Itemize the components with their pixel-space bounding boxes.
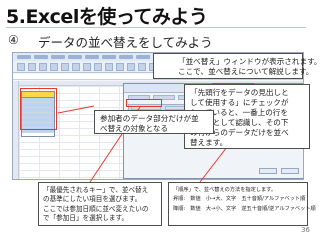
callout-text-line: 「順序」で、並べ替えの方法を指定します。 xyxy=(173,187,277,193)
callout-text-line: 替えます。 xyxy=(190,138,228,147)
callout-text-line: 参加者のデータ部分だけが並 xyxy=(100,114,199,123)
callout-text-line: ここで、並べ替えについて解説します。 xyxy=(178,67,314,76)
callout-dialog-shown: 「並べ替え」ウィンドウが表示されます。 ここで、並べ替えについて解説します。 xyxy=(153,53,320,79)
data-range-highlight xyxy=(20,88,57,130)
callout-order: 「順序」で、並べ替えの方法を指定します。 昇順: 数値 小→大、文字 五十音順/… xyxy=(168,182,316,226)
title-divider xyxy=(6,27,306,28)
callout-text-line: ここでは参加日順に並べ変えたいの xyxy=(43,204,149,213)
callout-text-line: 昇順: 数値 小→大、文字 五十音順/アルファベット順 xyxy=(173,196,306,203)
dialog-buttons xyxy=(259,168,299,174)
callout-text-line: 「並べ替え」ウィンドウが表示されます。 xyxy=(178,57,320,66)
cancel-button[interactable] xyxy=(281,168,299,174)
sort-key-highlight xyxy=(126,99,162,107)
callout-text-line: 「最優先されるキー」で、並べ替え xyxy=(43,186,149,194)
callout-text-line: の基準にしたい項目を選びます。 xyxy=(43,195,142,204)
callout-text-line: 降順: 数値 大→小、文字 逆五十音順/逆アルファベット順 xyxy=(173,205,316,212)
slide-subtitle: データの並べ替えをしてみよう xyxy=(38,35,213,50)
callout-data-range: 参加者のデータ部分だけが並 べ替えの対象となる xyxy=(94,110,214,134)
page-number: 36 xyxy=(301,226,310,234)
callout-text-line: 「先頭行をデータの見出しと xyxy=(190,88,289,97)
callout-text-line: べ替えの対象となる xyxy=(100,124,169,133)
ok-button[interactable] xyxy=(259,168,277,174)
step-number: ④ xyxy=(8,33,19,47)
callout-sort-key: 「最優先されるキー」で、並べ替え の基準にしたい項目を選びます。 ここでは参加日… xyxy=(38,182,162,226)
callout-text-line: で「参加日」を選択します。 xyxy=(43,214,129,223)
callout-text-line: して使用する」にチェックが xyxy=(190,98,289,107)
slide-title: 5.Excelを使ってみよう xyxy=(6,6,208,28)
